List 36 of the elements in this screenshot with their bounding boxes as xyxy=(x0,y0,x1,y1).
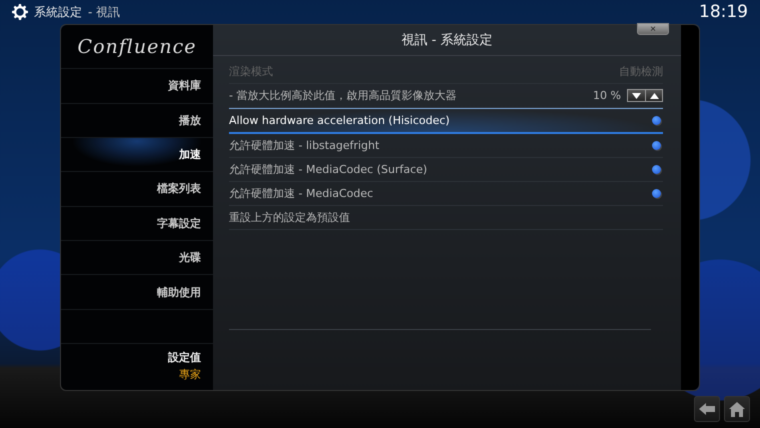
setting-row[interactable]: 允許硬體加速 - MediaCodec (Surface) xyxy=(229,158,663,182)
setting-row[interactable]: 允許硬體加速 - libstagefright xyxy=(229,134,663,158)
setting-label: 允許硬體加速 - libstagefright xyxy=(229,138,380,153)
setting-level-value[interactable]: 專家 xyxy=(179,367,201,382)
radio-indicator[interactable] xyxy=(652,141,661,150)
radio-indicator[interactable] xyxy=(652,189,661,198)
up-arrow-icon xyxy=(650,92,658,98)
increase-button[interactable] xyxy=(645,90,662,101)
breadcrumb: 系統設定 xyxy=(34,4,82,20)
back-arrow-icon xyxy=(699,402,715,416)
sidebar-item[interactable]: 加速 xyxy=(61,136,213,172)
setting-level-label: 設定值 xyxy=(168,350,201,366)
setting-label: 允許硬體加速 - MediaCodec (Surface) xyxy=(229,162,428,177)
breadcrumb: - 視訊 xyxy=(88,4,120,20)
setting-label: Allow hardware acceleration (Hisicodec) xyxy=(229,114,451,127)
gear-icon xyxy=(12,4,28,20)
setting-label: 渲染模式 xyxy=(229,64,274,79)
setting-label: 允許硬體加速 - MediaCodec xyxy=(229,186,374,201)
logo: Confluence xyxy=(76,34,198,60)
clock: 18:19 xyxy=(699,2,748,22)
radio-indicator[interactable] xyxy=(652,116,661,125)
setting-value: 自動檢測 xyxy=(619,64,663,79)
home-icon xyxy=(729,402,745,416)
radio-indicator[interactable] xyxy=(652,165,661,174)
close-button[interactable]: × xyxy=(637,23,669,35)
setting-row[interactable]: - 當放大比例高於此值，啟用高品質影像放大器 10 % xyxy=(229,84,663,108)
setting-row[interactable]: 重設上方的設定為預設值 xyxy=(229,206,663,230)
home-button[interactable] xyxy=(724,396,750,422)
setting-label: - 當放大比例高於此值，啟用高品質影像放大器 xyxy=(229,88,458,103)
back-button[interactable] xyxy=(694,396,720,422)
decrease-button[interactable] xyxy=(628,90,645,101)
setting-row[interactable]: 允許硬體加速 - MediaCodec xyxy=(229,182,663,206)
setting-value: 10 % xyxy=(593,89,621,102)
setting-row[interactable]: Allow hardware acceleration (Hisicodec) xyxy=(229,108,663,134)
down-arrow-icon xyxy=(632,92,641,98)
setting-label: 重設上方的設定為預設值 xyxy=(229,210,351,225)
